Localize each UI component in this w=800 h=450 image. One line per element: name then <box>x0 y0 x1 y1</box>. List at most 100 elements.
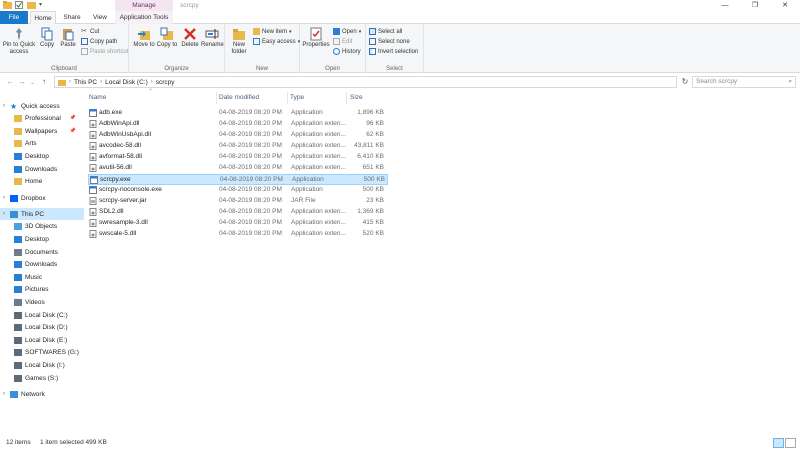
expand-chevron-icon[interactable]: › <box>3 195 10 201</box>
nav-item[interactable]: Professional 📌 <box>0 112 84 124</box>
file-name: AdbWinApi.dll <box>99 120 140 127</box>
easy-access-button[interactable]: Easy access ▾ <box>253 38 300 45</box>
forward-arrow-icon[interactable]: → <box>18 77 26 86</box>
nav-item[interactable]: Arts <box>0 137 84 149</box>
pin-to-quick-access-button[interactable]: Pin to Quick access <box>2 27 36 56</box>
file-size: 651 KB <box>362 164 384 171</box>
address-bar[interactable]: › This PC › Local Disk (C:) › scrcpy <box>54 76 677 88</box>
cut-button[interactable]: ✂ Cut <box>81 28 99 35</box>
nav-item[interactable]: › Network <box>0 388 84 400</box>
nav-item[interactable]: Games (S:) <box>0 372 84 384</box>
table-row[interactable]: AdbWinUsbApi.dll 04-08-2019 08:20 PM Appli… <box>88 130 388 141</box>
copy-to-button[interactable]: Copy to <box>156 27 178 48</box>
table-row[interactable]: swresample-3.dll 04-08-2019 08:20 PM Appli… <box>88 218 388 229</box>
column-divider[interactable] <box>216 92 217 104</box>
history-button[interactable]: History <box>333 48 361 55</box>
column-divider[interactable] <box>346 92 347 104</box>
table-row[interactable]: scrcpy.exe 04-08-2019 08:20 PM Application… <box>88 174 388 185</box>
expand-chevron-icon[interactable]: › <box>3 103 10 109</box>
nav-item[interactable]: Music <box>0 271 84 283</box>
tab-home[interactable]: Home <box>30 11 56 25</box>
back-arrow-icon[interactable]: ← <box>6 77 14 86</box>
paste-button[interactable]: Paste <box>58 27 78 48</box>
file-size: 62 KB <box>366 131 384 138</box>
nav-item[interactable]: Local Disk (D:) <box>0 321 84 333</box>
breadcrumb-scrcpy[interactable]: scrcpy <box>156 79 175 86</box>
table-row[interactable]: swscale-5.dll 04-08-2019 08:20 PM Applicat… <box>88 229 388 240</box>
desktop-icon <box>14 235 22 243</box>
file-size: 415 KB <box>362 219 384 226</box>
breadcrumb-this-pc[interactable]: This PC <box>74 79 97 86</box>
table-row[interactable]: scrcpy-server.jar 04-08-2019 08:20 PM JAR … <box>88 196 388 207</box>
table-row[interactable]: AdbWinApi.dll 04-08-2019 08:20 PM Applicat… <box>88 119 388 130</box>
document-icon <box>14 248 22 256</box>
nav-item[interactable]: Desktop <box>0 150 84 162</box>
minimize-button[interactable]: — <box>710 0 740 11</box>
copy-path-button[interactable]: Copy path <box>81 38 117 45</box>
column-header-size[interactable]: Size <box>349 92 389 104</box>
recent-locations-icon[interactable]: ⌄ <box>30 79 35 86</box>
close-button[interactable]: ✕ <box>770 0 800 11</box>
table-row[interactable]: avformat-58.dll 04-08-2019 08:20 PM Applic… <box>88 152 388 163</box>
delete-button[interactable]: Delete <box>180 27 200 48</box>
nav-item[interactable]: › ★ Quick access <box>0 100 84 112</box>
breadcrumb-local-disk-c[interactable]: Local Disk (C:) <box>105 79 148 86</box>
nav-item[interactable]: Downloads <box>0 258 84 270</box>
tab-view[interactable]: View <box>86 11 114 24</box>
properties-button[interactable]: Properties <box>302 27 330 48</box>
select-none-button[interactable]: Select none <box>369 38 410 45</box>
nav-item[interactable]: Home <box>0 175 84 187</box>
search-input[interactable]: Search scrcpy ⌕ <box>692 76 796 88</box>
rename-button[interactable]: Rename <box>201 27 224 48</box>
nav-item[interactable]: Local Disk (E:) <box>0 334 84 346</box>
paste-shortcut-button[interactable]: Paste shortcut <box>81 48 128 55</box>
table-row[interactable]: SDL2.dll 04-08-2019 08:20 PM Application e… <box>88 207 388 218</box>
nav-item[interactable]: SOFTWARES (G:) <box>0 346 84 358</box>
customize-dropdown-icon[interactable]: ▾ <box>39 1 45 9</box>
select-all-button[interactable]: Select all <box>369 28 402 35</box>
properties-check-icon[interactable] <box>15 1 23 9</box>
nav-item[interactable]: Pictures <box>0 283 84 295</box>
nav-item[interactable]: Downloads <box>0 163 84 175</box>
column-header-type[interactable]: Type <box>289 92 347 104</box>
table-row[interactable]: scrcpy-noconsole.exe 04-08-2019 08:20 PM A… <box>88 185 388 196</box>
restore-button[interactable]: ❐ <box>740 0 770 11</box>
open-button[interactable]: Open ▾ <box>333 28 361 35</box>
nav-item[interactable]: Wallpapers 📌 <box>0 125 84 137</box>
move-to-button[interactable]: Move to <box>133 27 155 48</box>
invert-selection-button[interactable]: Invert selection <box>369 48 418 55</box>
nav-item[interactable]: Videos <box>0 296 84 308</box>
expand-chevron-icon[interactable]: › <box>3 211 10 217</box>
nav-item[interactable]: › This PC <box>0 208 84 220</box>
nav-item[interactable]: Local Disk (C:) <box>0 309 84 321</box>
tab-share[interactable]: Share <box>58 11 86 24</box>
nav-item[interactable]: › Dropbox <box>0 192 84 204</box>
table-row[interactable]: adb.exe 04-08-2019 08:20 PM Application 1,8… <box>88 108 388 119</box>
column-header-date[interactable]: Date modified <box>218 92 288 104</box>
tab-file[interactable]: File <box>0 11 28 24</box>
tab-application-tools[interactable]: Application Tools <box>115 11 173 24</box>
edit-button[interactable]: Edit <box>333 38 352 45</box>
copy-button[interactable]: Copy <box>38 27 56 48</box>
item-count: 12 items <box>6 439 31 446</box>
paste-icon <box>63 29 74 41</box>
new-folder-button[interactable]: New folder <box>228 27 250 56</box>
dropbox-icon <box>10 194 18 202</box>
file-list: Name Date modified Type Size ⌃ adb.exe 04… <box>88 89 798 432</box>
nav-item[interactable]: Local Disk (I:) <box>0 359 84 371</box>
details-view-icon[interactable] <box>773 438 784 448</box>
expand-chevron-icon[interactable]: › <box>3 391 10 397</box>
new-folder-icon[interactable] <box>27 1 36 9</box>
drive-icon <box>14 348 22 356</box>
up-arrow-icon[interactable]: ↑ <box>42 77 46 86</box>
nav-item[interactable]: Desktop <box>0 233 84 245</box>
nav-item[interactable]: 3D Objects <box>0 220 84 232</box>
file-name: swresample-3.dll <box>99 219 148 226</box>
nav-item[interactable]: Documents <box>0 246 84 258</box>
table-row[interactable]: avcodec-58.dll 04-08-2019 08:20 PM Applica… <box>88 141 388 152</box>
refresh-icon[interactable]: ↻ <box>680 76 690 88</box>
large-icons-view-icon[interactable] <box>785 438 796 448</box>
column-divider[interactable] <box>287 92 288 104</box>
new-item-button[interactable]: New item ▾ <box>253 28 292 35</box>
table-row[interactable]: avutil-56.dll 04-08-2019 08:20 PM Applicat… <box>88 163 388 174</box>
